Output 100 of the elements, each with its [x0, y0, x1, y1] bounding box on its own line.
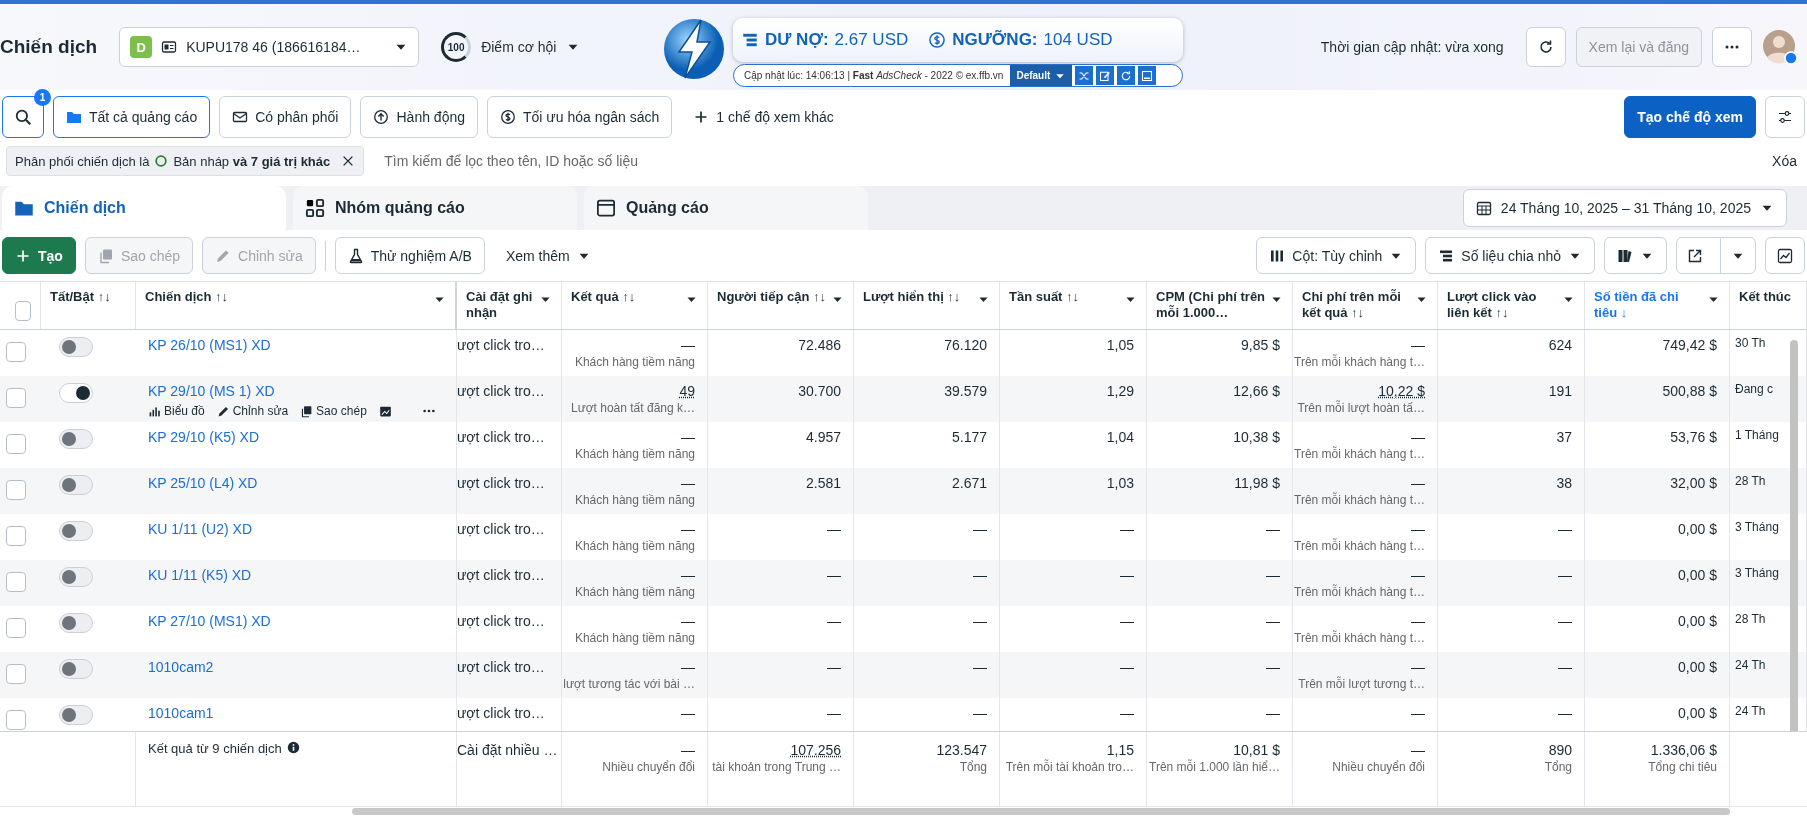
column-header[interactable]: Tần suất ↑↓ [1009, 289, 1120, 305]
table-cell: 10,38 $ [1233, 428, 1280, 446]
campaign-link[interactable]: KP 29/10 (MS 1) XD [148, 383, 275, 399]
profile-select[interactable]: Default [1010, 65, 1073, 86]
table-cell: ượt click tro… [457, 521, 545, 537]
export-button[interactable] [1676, 237, 1756, 274]
table-cell: 1 Tháng [1735, 428, 1779, 442]
opportunity-score[interactable]: 100 Điểm cơ hội [429, 29, 593, 65]
campaign-link[interactable]: KU 1/11 (K5) XD [148, 567, 252, 583]
checkbox[interactable] [6, 526, 26, 546]
toggle-switch[interactable] [59, 383, 93, 403]
column-header[interactable]: Người tiếp cận ↑↓ [717, 289, 827, 305]
clear-link[interactable]: Xóa [1772, 153, 1797, 169]
table-cell: 2.581 [805, 474, 841, 492]
edit-button[interactable] [1096, 66, 1115, 85]
column-header[interactable]: Lượt hiển thị ↑↓ [863, 289, 973, 305]
minimize-button[interactable] [1138, 66, 1157, 85]
plus-icon [693, 109, 710, 125]
checkbox[interactable] [6, 342, 26, 362]
level-tab[interactable]: Chiến dịch [2, 186, 286, 230]
chart-button[interactable] [1765, 237, 1805, 274]
report-menu-button[interactable] [1604, 237, 1667, 274]
campaign-link[interactable]: 1010cam1 [148, 705, 214, 721]
row-action[interactable]: Chỉnh sửa [216, 403, 289, 419]
view-button[interactable]: Tất cả quảng cáo [53, 96, 211, 138]
toggle-switch[interactable] [59, 475, 93, 495]
campaign-link[interactable]: KP 29/10 (K5) XD [148, 429, 260, 445]
toolbar-button[interactable]: Xem thêm [493, 237, 603, 274]
shuffle-button[interactable] [1075, 66, 1094, 85]
toolbar-button[interactable]: Cột: Tùy chỉnh [1256, 237, 1417, 274]
summary-label: Kết quả từ 9 chiến dịch [148, 741, 282, 756]
toggle-switch[interactable] [59, 705, 93, 725]
toggle-switch[interactable] [59, 659, 93, 679]
filter-search-field[interactable]: Tìm kiếm để lọc theo tên, ID hoặc số liệu [382, 152, 1755, 170]
refresh-button[interactable] [1525, 27, 1566, 67]
row-action[interactable]: Biểu đồ [148, 403, 205, 419]
campaign-link[interactable]: KU 1/11 (U2) XD [148, 521, 252, 537]
campaign-link[interactable]: KP 25/10 (L4) XD [148, 475, 258, 491]
column-header[interactable]: Tất/Bật ↑↓ [50, 289, 126, 305]
row-action[interactable]: Sao chép [300, 403, 367, 419]
toggle-switch[interactable] [59, 567, 93, 587]
scrollbar[interactable] [352, 808, 1730, 815]
table-cell: 191 [1548, 382, 1572, 400]
checkbox[interactable] [6, 480, 26, 500]
toolbar-button[interactable]: Tạo [2, 237, 76, 274]
checkbox[interactable] [6, 710, 26, 730]
refresh-icon [1120, 69, 1133, 82]
campaign-link[interactable]: 1010cam2 [148, 659, 214, 675]
table-cell: 32,00 $ [1670, 474, 1717, 492]
table-cell: — [1266, 704, 1280, 722]
filter-chip[interactable]: Phân phối chiến dịch là Bản nháp và 7 giá trị khác [6, 146, 365, 176]
date-range-picker[interactable]: 24 Tháng 10, 2025 – 31 Tháng 10, 2025 [1462, 189, 1787, 227]
table-cell: ượt click tro… [457, 429, 545, 445]
more-views-button[interactable]: 1 chế độ xem khác [681, 96, 846, 138]
table-cell: — [681, 704, 695, 722]
campaign-link[interactable]: KP 26/10 (MS1) XD [148, 337, 271, 353]
column-header[interactable]: Kết quả ↑↓ [571, 289, 681, 305]
view-button[interactable]: Hành động [360, 96, 478, 138]
checkbox[interactable] [6, 618, 26, 638]
view-button[interactable]: Tối ưu hóa ngân sách [487, 96, 673, 138]
view-button[interactable]: Có phân phối [219, 96, 352, 138]
level-tab[interactable]: Nhóm quảng cáo [293, 186, 577, 230]
table-cell: 1,03 [1106, 474, 1134, 492]
table-cell: 890 [1548, 741, 1572, 759]
copy-icon [300, 404, 314, 418]
refresh-button[interactable] [1117, 66, 1136, 85]
checkbox[interactable] [6, 434, 26, 454]
metric-link[interactable]: 10,22 $ [1378, 382, 1425, 400]
column-header[interactable]: Chiến dịch ↑↓ [145, 289, 429, 305]
level-tab[interactable]: Quảng cáo [584, 186, 868, 230]
column-header[interactable]: Lượt click vào liên kết ↑↓ [1447, 289, 1558, 321]
settings-button[interactable] [1765, 96, 1805, 138]
checkbox[interactable] [15, 301, 31, 321]
toggle-switch[interactable] [59, 521, 93, 541]
column-header[interactable]: Chi phí trên mỗi kết quả ↑↓ [1302, 289, 1411, 321]
toggle-switch[interactable] [59, 337, 93, 357]
campaign-link[interactable]: KP 27/10 (MS1) XD [148, 613, 271, 629]
toggle-switch[interactable] [59, 613, 93, 633]
create-view-button[interactable]: Tạo chế độ xem [1624, 96, 1756, 138]
checkbox[interactable] [6, 388, 26, 408]
table-cell: — [1120, 704, 1134, 722]
toolbar-button[interactable]: Số liệu chia nhỏ [1425, 237, 1595, 274]
avatar[interactable] [1762, 29, 1798, 65]
checkbox[interactable] [6, 664, 26, 684]
checkbox[interactable] [6, 572, 26, 592]
threshold-label: NGƯỠNG: [952, 30, 1038, 50]
column-header[interactable]: Kết thúc [1739, 289, 1797, 305]
column-header[interactable]: Số tiền đã chi tiêu ↓ [1594, 289, 1703, 321]
grid-icon [305, 198, 325, 218]
toggle-switch[interactable] [59, 429, 93, 449]
table-cell: — [973, 566, 987, 584]
scrollbar[interactable] [1790, 340, 1798, 731]
column-header[interactable]: Cài đặt ghi nhận [466, 289, 535, 321]
toolbar-button[interactable]: Thử nghiệm A/B [334, 237, 485, 274]
account-selector[interactable]: D KUPU178 46 (186616184… [119, 27, 420, 67]
image-icon [378, 404, 392, 418]
metric-link[interactable]: 107.256 [790, 741, 841, 759]
table-cell: 500,88 $ [1662, 382, 1717, 400]
column-header[interactable]: CPM (Chi phí trên mỗi 1.000… [1156, 289, 1266, 321]
metric-link[interactable]: 49 [679, 382, 695, 400]
